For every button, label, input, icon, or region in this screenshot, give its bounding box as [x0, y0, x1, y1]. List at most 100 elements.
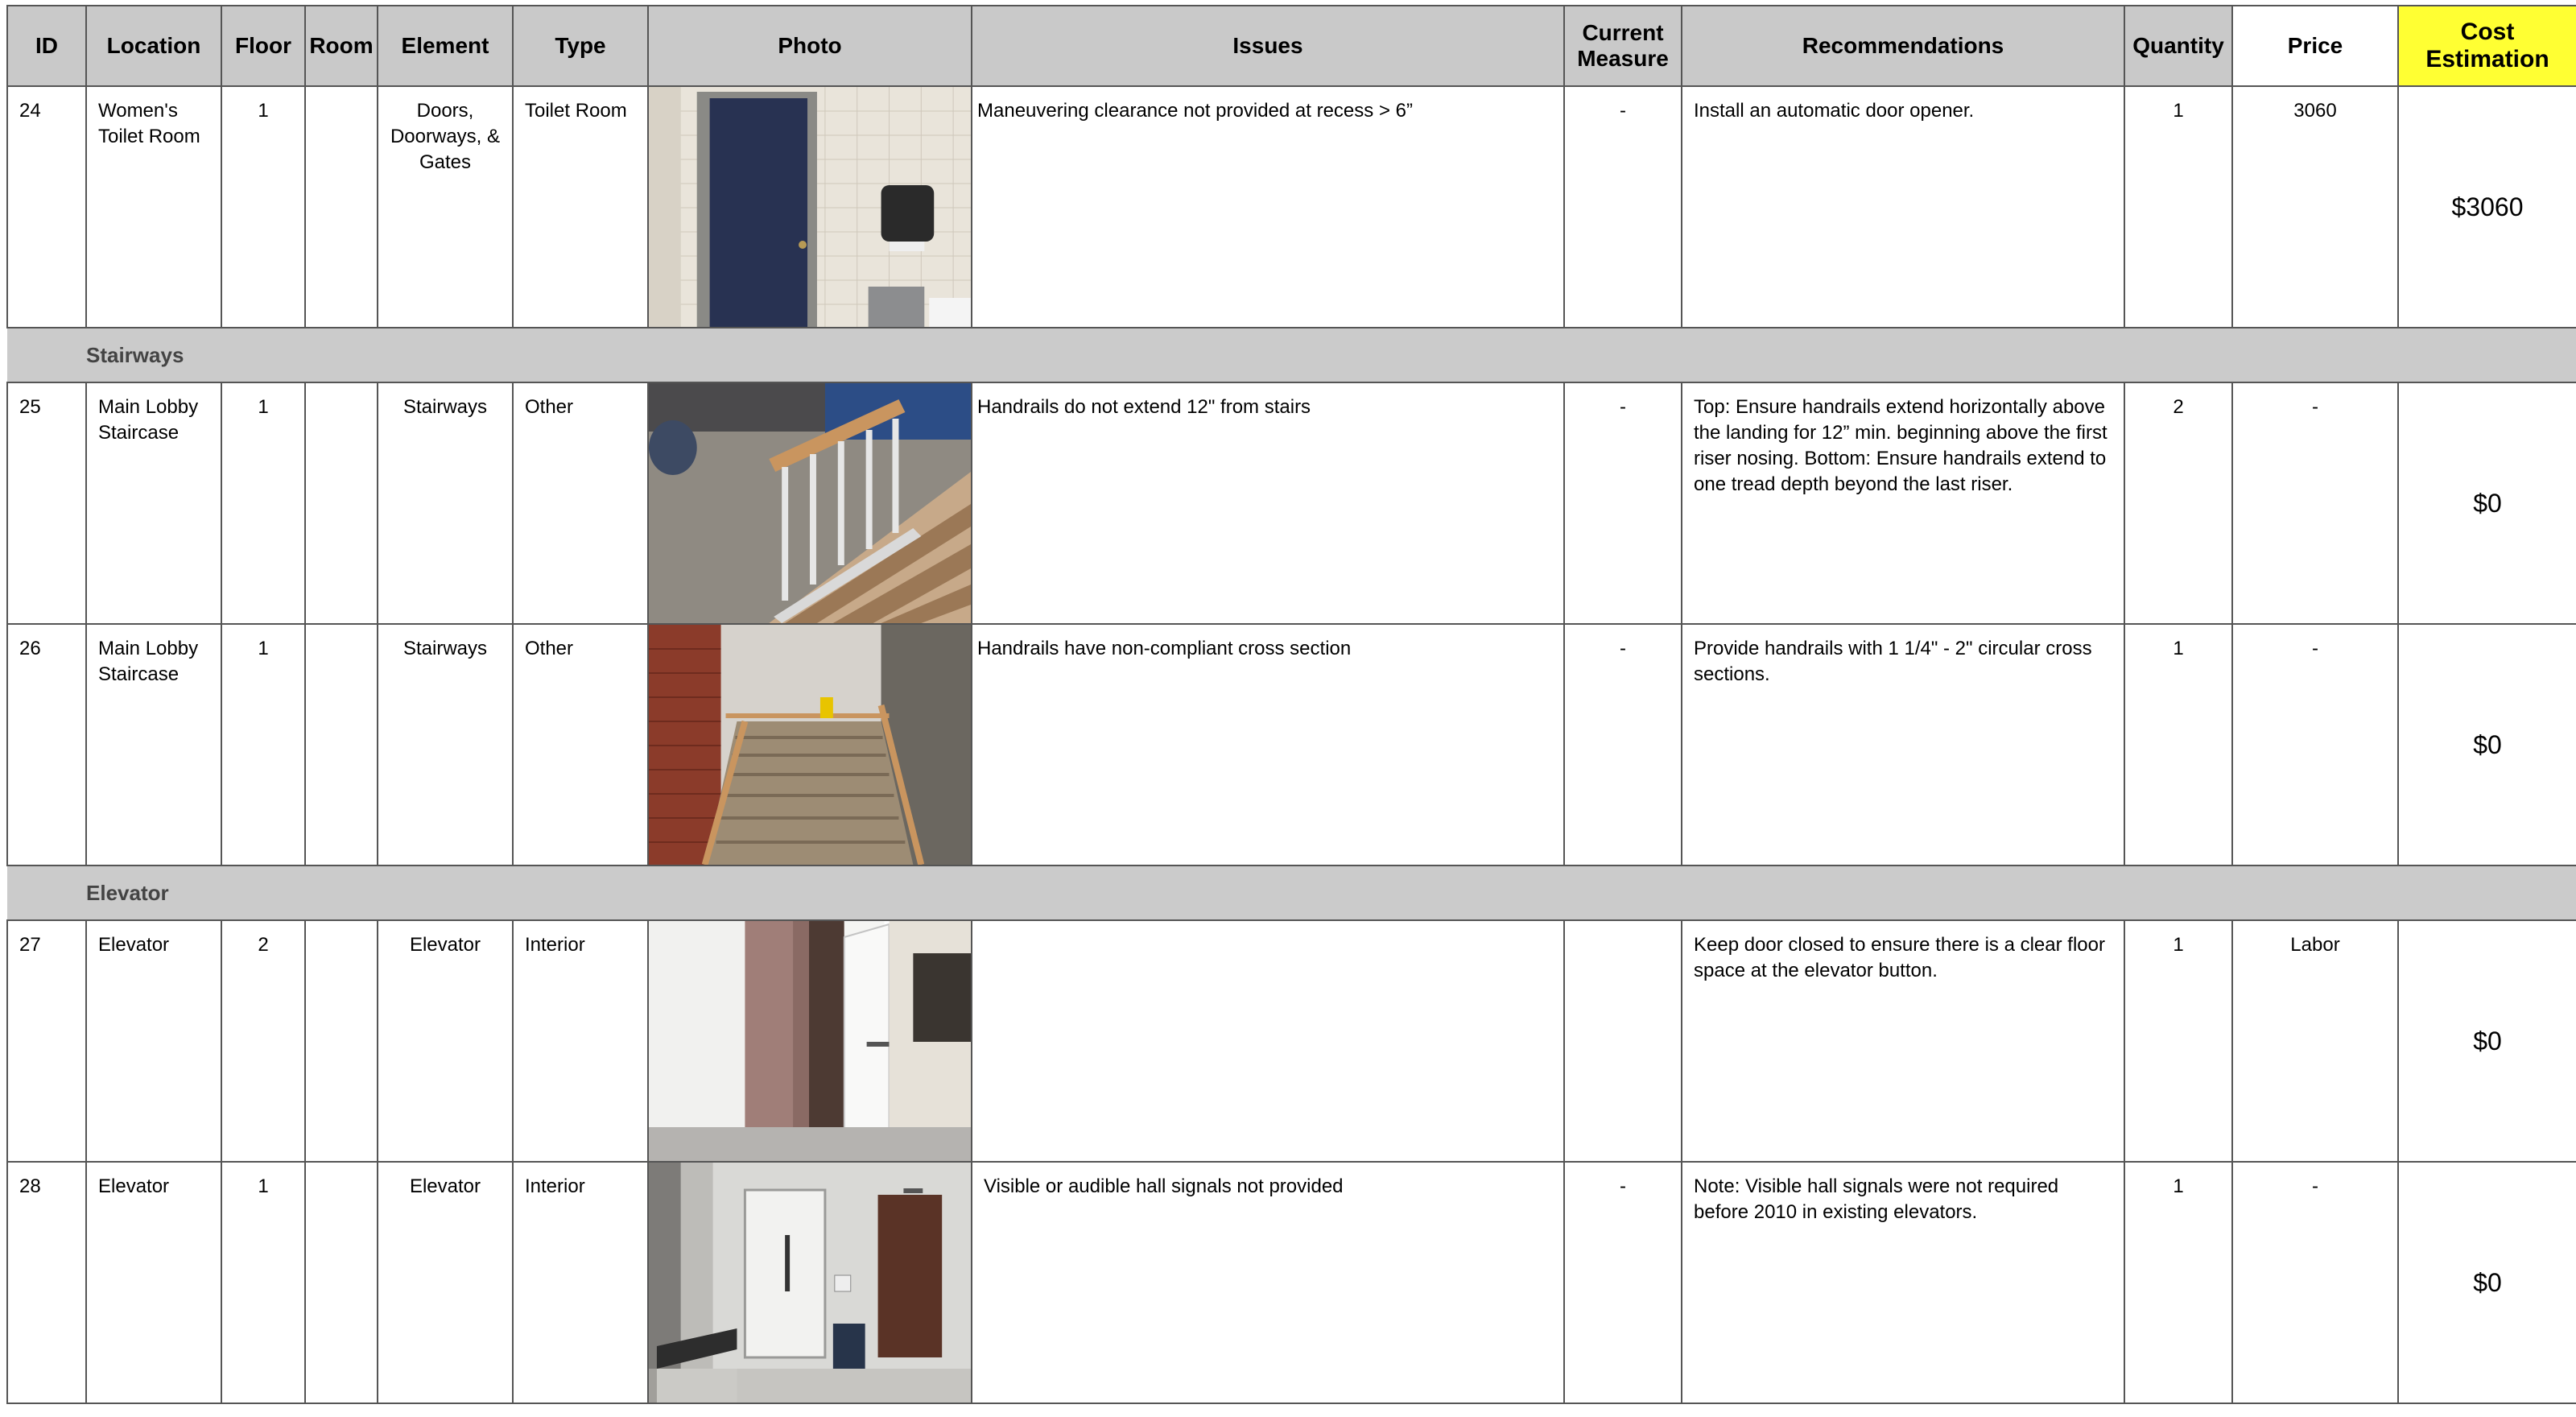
cell-issues[interactable]: Visible or audible hall signals not prov… — [971, 1161, 1565, 1404]
cell-element[interactable]: Doors, Doorways, & Gates — [377, 85, 514, 328]
cell-quantity[interactable]: 1 — [2124, 919, 2233, 1163]
photo-staircase[interactable] — [649, 625, 971, 865]
cell-current-measure[interactable]: - — [1563, 1161, 1682, 1404]
cell-location[interactable]: Main Lobby Staircase — [85, 623, 222, 866]
col-header-recommendations[interactable]: Recommendations — [1681, 5, 2125, 87]
cell-issues[interactable]: Handrails have non-compliant cross secti… — [971, 623, 1565, 866]
cell-price[interactable]: - — [2231, 623, 2399, 866]
col-header-type[interactable]: Type — [512, 5, 649, 87]
cell-recommendations[interactable]: Note: Visible hall signals were not requ… — [1681, 1161, 2125, 1404]
table-row[interactable]: 28 Elevator 1 Elevator Interior Visible … — [6, 1161, 2576, 1404]
cell-photo[interactable] — [647, 623, 972, 866]
cell-id[interactable]: 27 — [6, 919, 87, 1163]
cell-cost-estimation[interactable]: $0 — [2397, 382, 2576, 625]
cell-type[interactable]: Interior — [512, 919, 649, 1163]
price-value: Labor — [2290, 934, 2340, 956]
cell-element[interactable]: Elevator — [377, 919, 514, 1163]
cell-room[interactable] — [304, 919, 378, 1163]
cell-cost-estimation[interactable]: $0 — [2397, 919, 2576, 1163]
cell-location[interactable]: Elevator — [85, 919, 222, 1163]
cell-element[interactable]: Stairways — [377, 382, 514, 625]
element-value: Elevator — [409, 934, 481, 956]
col-header-floor[interactable]: Floor — [221, 5, 306, 87]
cell-issues[interactable] — [971, 919, 1565, 1163]
id-value: 28 — [19, 1175, 41, 1197]
cell-room[interactable] — [304, 85, 378, 328]
cell-recommendations[interactable]: Install an automatic door opener. — [1681, 85, 2125, 328]
cell-location[interactable]: Main Lobby Staircase — [85, 382, 222, 625]
col-header-cost-estimation[interactable]: Cost Estimation — [2397, 5, 2576, 87]
col-header-price[interactable]: Price — [2231, 5, 2399, 87]
cell-id[interactable]: 28 — [6, 1161, 87, 1404]
cell-quantity[interactable]: 1 — [2124, 623, 2233, 866]
col-header-quantity[interactable]: Quantity — [2124, 5, 2233, 87]
cell-photo[interactable] — [647, 85, 972, 328]
photo-elevator-lobby[interactable] — [649, 1163, 971, 1403]
cell-id[interactable]: 24 — [6, 85, 87, 328]
cell-id[interactable]: 26 — [6, 623, 87, 866]
cell-room[interactable] — [304, 623, 378, 866]
cell-type[interactable]: Other — [512, 623, 649, 866]
cell-location[interactable]: Elevator — [85, 1161, 222, 1404]
photo-elevator-open-door[interactable] — [649, 921, 971, 1161]
cell-floor[interactable]: 2 — [221, 919, 306, 1163]
col-header-room[interactable]: Room — [304, 5, 378, 87]
cell-type[interactable]: Other — [512, 382, 649, 625]
cell-price[interactable]: Labor — [2231, 919, 2399, 1163]
cell-cost-estimation[interactable]: $0 — [2397, 623, 2576, 866]
cell-location[interactable]: Women's Toilet Room — [85, 85, 222, 328]
col-header-photo[interactable]: Photo — [647, 5, 972, 87]
photo-stair-handrail[interactable] — [649, 383, 971, 623]
cell-cost-estimation[interactable]: $0 — [2397, 1161, 2576, 1404]
table-row[interactable]: 26 Main Lobby Staircase 1 Stairways Othe… — [6, 623, 2576, 866]
cell-floor[interactable]: 1 — [221, 85, 306, 328]
cell-quantity[interactable]: 1 — [2124, 1161, 2233, 1404]
cell-quantity[interactable]: 2 — [2124, 382, 2233, 625]
cell-recommendations[interactable]: Top: Ensure handrails extend horizontall… — [1681, 382, 2125, 625]
cell-room[interactable] — [304, 382, 378, 625]
cell-floor[interactable]: 1 — [221, 1161, 306, 1404]
table-row[interactable]: 25 Main Lobby Staircase 1 Stairways Othe… — [6, 382, 2576, 625]
cell-price[interactable]: 3060 — [2231, 85, 2399, 328]
section-row-elevator[interactable]: Elevator — [7, 865, 2576, 921]
recommendations-value: Keep door closed to ensure there is a cl… — [1694, 934, 2105, 981]
table-row[interactable]: 24 Women's Toilet Room 1 Doors, Doorways… — [6, 85, 2576, 328]
col-header-element[interactable]: Element — [377, 5, 514, 87]
cell-price[interactable]: - — [2231, 1161, 2399, 1404]
cell-current-measure[interactable]: - — [1563, 382, 1682, 625]
cell-type[interactable]: Interior — [512, 1161, 649, 1404]
cell-recommendations[interactable]: Keep door closed to ensure there is a cl… — [1681, 919, 2125, 1163]
col-header-issues[interactable]: Issues — [971, 5, 1565, 87]
cell-floor[interactable]: 1 — [221, 623, 306, 866]
cell-issues[interactable]: Handrails do not extend 12" from stairs — [971, 382, 1565, 625]
current-measure-value: - — [1620, 100, 1626, 122]
col-header-current-measure[interactable]: Current Measure — [1563, 5, 1682, 87]
cell-type[interactable]: Toilet Room — [512, 85, 649, 328]
location-value: Main Lobby Staircase — [98, 638, 199, 685]
cell-quantity[interactable]: 1 — [2124, 85, 2233, 328]
section-row-stairways[interactable]: Stairways — [7, 327, 2576, 383]
col-header-id[interactable]: ID — [6, 5, 87, 87]
photo-navy-door[interactable] — [649, 87, 971, 327]
col-header-location[interactable]: Location — [85, 5, 222, 87]
cell-current-measure[interactable]: - — [1563, 85, 1682, 328]
cell-element[interactable]: Stairways — [377, 623, 514, 866]
accessibility-table: ID Location Floor Room Element Type Phot… — [6, 5, 2576, 1404]
cell-issues[interactable]: Maneuvering clearance not provided at re… — [971, 85, 1565, 328]
cell-photo[interactable] — [647, 1161, 972, 1404]
cell-photo[interactable] — [647, 919, 972, 1163]
quantity-value: 1 — [2173, 638, 2184, 659]
cell-cost-estimation[interactable]: $3060 — [2397, 85, 2576, 328]
cell-floor[interactable]: 1 — [221, 382, 306, 625]
price-value: - — [2312, 396, 2318, 418]
quantity-value: 1 — [2173, 1175, 2184, 1197]
cell-recommendations[interactable]: Provide handrails with 1 1/4" - 2" circu… — [1681, 623, 2125, 866]
cell-current-measure[interactable] — [1563, 919, 1682, 1163]
table-row[interactable]: 27 Elevator 2 Elevator Interior Keep doo… — [6, 919, 2576, 1163]
cell-photo[interactable] — [647, 382, 972, 625]
cell-id[interactable]: 25 — [6, 382, 87, 625]
cell-element[interactable]: Elevator — [377, 1161, 514, 1404]
cell-current-measure[interactable]: - — [1563, 623, 1682, 866]
cell-price[interactable]: - — [2231, 382, 2399, 625]
cell-room[interactable] — [304, 1161, 378, 1404]
